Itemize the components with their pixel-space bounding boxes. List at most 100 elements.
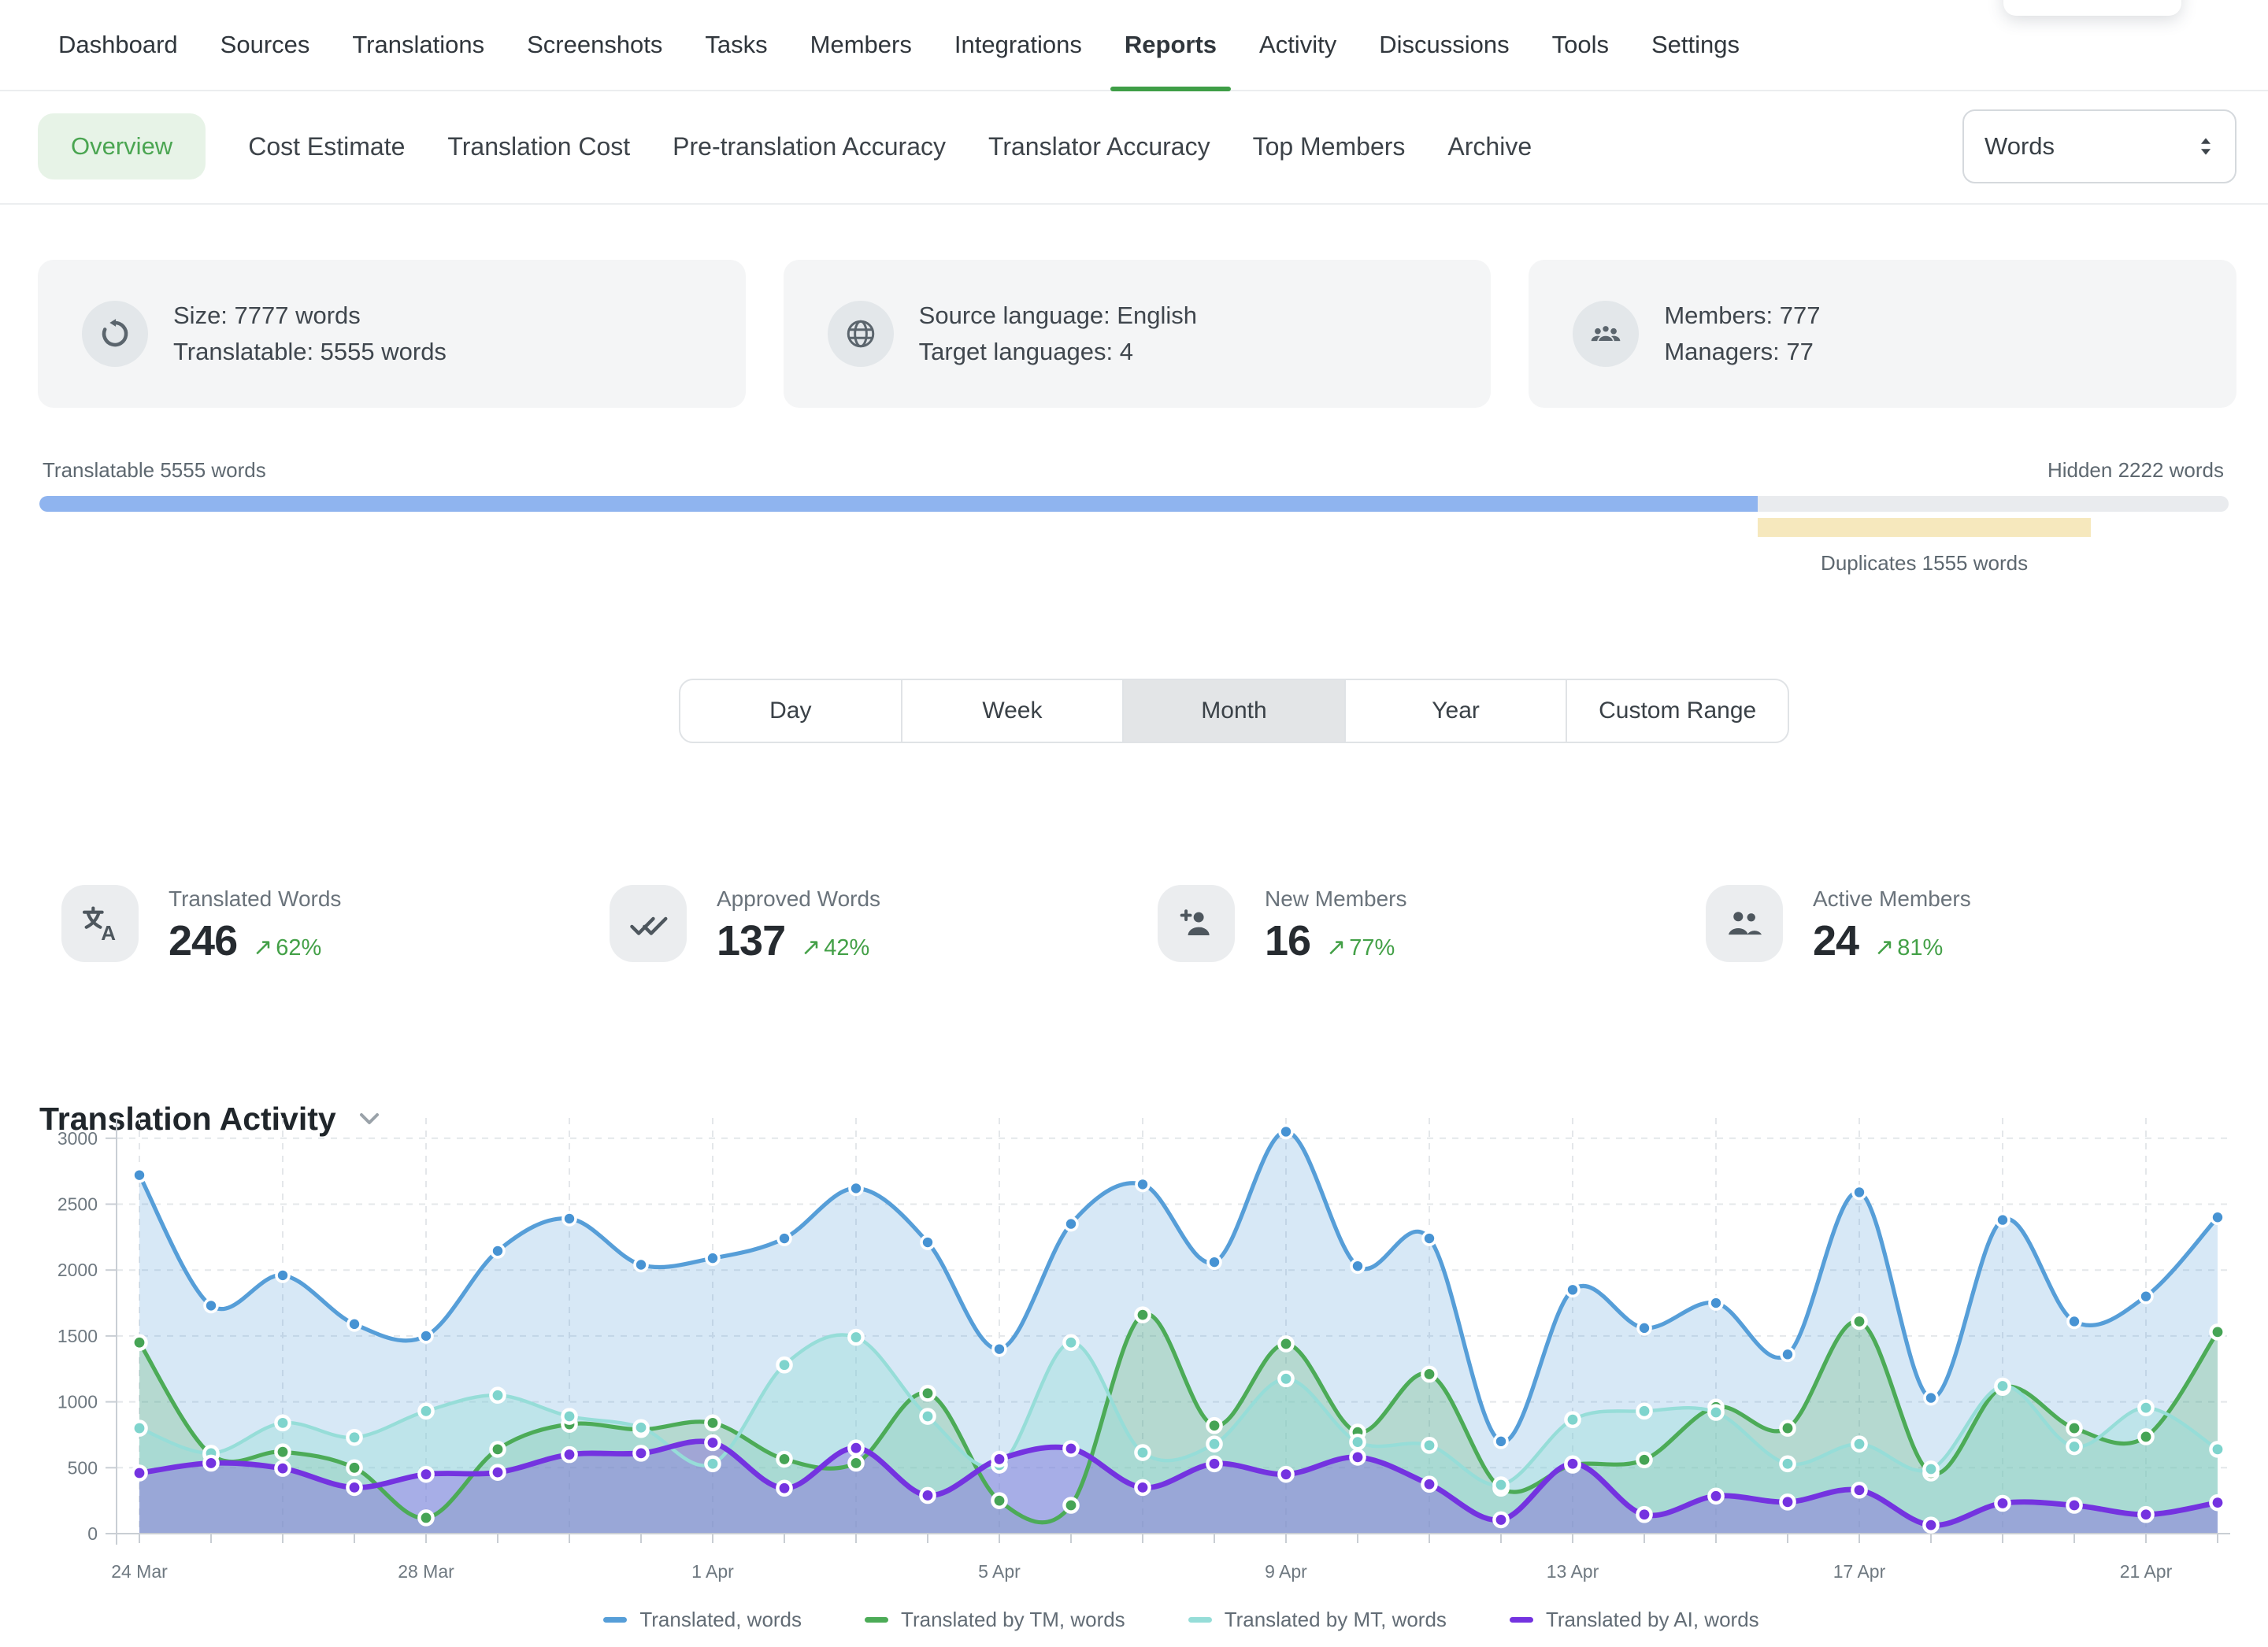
kpi-translated-words: A Translated Words 246 ↗62% xyxy=(38,885,586,965)
kpi-delta: ↗62% xyxy=(253,934,321,961)
legend-label: Translated by MT, words xyxy=(1225,1608,1447,1632)
nav-item-tasks[interactable]: Tasks xyxy=(705,0,767,90)
report-tab-translation-cost[interactable]: Translation Cost xyxy=(447,132,630,161)
nav-item-activity[interactable]: Activity xyxy=(1259,0,1336,90)
nav-item-members[interactable]: Members xyxy=(810,0,912,90)
report-tab-pre-translation-accuracy[interactable]: Pre-translation Accuracy xyxy=(673,132,946,161)
svg-text:500: 500 xyxy=(68,1457,98,1478)
trend-up-arrow-icon: ↗ xyxy=(801,935,821,960)
select-sorter-icon xyxy=(2197,135,2214,158)
report-tab-archive[interactable]: Archive xyxy=(1447,132,1532,161)
legend-item-translated-by-ai-words[interactable]: Translated by AI, words xyxy=(1510,1608,1759,1632)
reports-overview-page: Dashboard Sources Translations Screenshots T… xyxy=(0,0,2268,1647)
kpi-delta: ↗81% xyxy=(1874,934,1943,961)
svg-text:2500: 2500 xyxy=(57,1194,98,1215)
svg-text:1000: 1000 xyxy=(57,1392,98,1412)
legend-marker-icon xyxy=(1510,1617,1533,1623)
report-tab-cost-estimate[interactable]: Cost Estimate xyxy=(248,132,405,161)
duplicates-words-label: Duplicates 1555 words xyxy=(1821,551,2028,576)
range-tab-day[interactable]: Day xyxy=(680,680,901,742)
nav-item-tools[interactable]: Tools xyxy=(1552,0,1609,90)
report-tab-top-members[interactable]: Top Members xyxy=(1253,132,1406,161)
translatable-words-label: Translatable 5555 words xyxy=(43,458,266,483)
kpi-delta-value: 42% xyxy=(824,935,869,960)
legend-label: Translated, words xyxy=(639,1608,802,1632)
trend-up-arrow-icon: ↗ xyxy=(253,935,272,960)
trend-up-arrow-icon: ↗ xyxy=(1874,935,1894,960)
legend-item-translated-by-mt-words[interactable]: Translated by MT, words xyxy=(1188,1608,1447,1632)
nav-item-sources[interactable]: Sources xyxy=(220,0,310,90)
nav-item-reports[interactable]: Reports xyxy=(1125,0,1217,90)
svg-text:0: 0 xyxy=(87,1523,98,1544)
report-tab-translator-accuracy[interactable]: Translator Accuracy xyxy=(988,132,1210,161)
card-line-1: Members: 777 xyxy=(1664,298,1820,334)
svg-text:28 Mar: 28 Mar xyxy=(398,1561,454,1582)
person-add-icon xyxy=(1158,885,1235,962)
top-navigation-items: Dashboard Sources Translations Screenshots T… xyxy=(58,0,1740,90)
kpi-value: 246 xyxy=(169,916,237,965)
kpi-delta-value: 77% xyxy=(1349,935,1395,960)
card-line-2: Translatable: 5555 words xyxy=(173,334,447,370)
svg-text:1 Apr: 1 Apr xyxy=(691,1561,734,1582)
svg-text:13 Apr: 13 Apr xyxy=(1547,1561,1599,1582)
kpi-value: 16 xyxy=(1265,916,1310,965)
kpi-delta-value: 62% xyxy=(276,935,321,960)
duplicates-bar xyxy=(1758,518,2091,537)
legend-item-translated-by-tm-words[interactable]: Translated by TM, words xyxy=(865,1608,1125,1632)
chart-legend: Translated, words Translated by TM, words… xyxy=(0,1608,2268,1632)
nav-item-translations[interactable]: Translations xyxy=(352,0,484,90)
legend-marker-icon xyxy=(603,1617,627,1623)
card-line-1: Source language: English xyxy=(919,298,1197,334)
report-tabs-bar: Overview Cost Estimate Translation Cost Pre… xyxy=(0,90,2268,205)
range-tab-year[interactable]: Year xyxy=(1344,680,1566,742)
svg-text:3000: 3000 xyxy=(57,1128,98,1149)
kpi-label: Active Members xyxy=(1813,886,1971,912)
range-tab-week[interactable]: Week xyxy=(901,680,1123,742)
summary-card-1: Size: 7777 wordsTranslatable: 5555 words xyxy=(38,260,746,408)
nav-item-settings[interactable]: Settings xyxy=(1651,0,1740,90)
svg-text:9 Apr: 9 Apr xyxy=(1265,1561,1307,1582)
double-check-icon xyxy=(610,885,687,962)
legend-label: Translated by AI, words xyxy=(1546,1608,1759,1632)
svg-text:1500: 1500 xyxy=(57,1326,98,1346)
kpi-active-members: Active Members 24 ↗81% xyxy=(1682,885,2230,965)
word-breakdown-labels: Translatable 5555 words Hidden 2222 word… xyxy=(43,458,2224,483)
legend-item-translated-words[interactable]: Translated, words xyxy=(603,1608,802,1632)
nav-item-discussions[interactable]: Discussions xyxy=(1379,0,1509,90)
card-line-1: Size: 7777 words xyxy=(173,298,447,334)
nav-item-dashboard[interactable]: Dashboard xyxy=(58,0,178,90)
kpi-delta: ↗42% xyxy=(801,934,869,961)
svg-text:24 Mar: 24 Mar xyxy=(111,1561,168,1582)
summary-cards: Size: 7777 wordsTranslatable: 5555 words… xyxy=(38,260,2236,408)
kpi-approved-words: Approved Words137↗42% xyxy=(586,885,1134,965)
members-icon xyxy=(1573,301,1639,367)
card-line-2: Managers: 77 xyxy=(1664,334,1820,370)
kpi-label: Approved Words xyxy=(717,886,880,912)
people-icon xyxy=(1706,885,1783,962)
report-tabs: Overview Cost Estimate Translation Cost Pre… xyxy=(38,113,1532,180)
svg-text:17 Apr: 17 Apr xyxy=(1833,1561,1886,1582)
svg-text:2000: 2000 xyxy=(57,1260,98,1280)
hidden-words-label: Hidden 2222 words xyxy=(2048,458,2224,483)
nav-item-screenshots[interactable]: Screenshots xyxy=(527,0,662,90)
summary-card-2: Source language: EnglishTarget languages… xyxy=(784,260,1492,408)
refresh-icon xyxy=(82,301,148,367)
svg-text:A: A xyxy=(101,921,116,944)
kpi-new-members: New Members 16 ↗77% xyxy=(1134,885,1682,965)
legend-marker-icon xyxy=(1188,1617,1212,1623)
nav-item-integrations[interactable]: Integrations xyxy=(954,0,1082,90)
translate-icon: A xyxy=(61,885,139,962)
range-tab-custom-range[interactable]: Custom Range xyxy=(1566,680,1788,742)
kpi-delta: ↗77% xyxy=(1326,934,1395,961)
report-tab-overview[interactable]: Overview xyxy=(38,113,206,180)
words-progress-track xyxy=(39,496,2229,512)
top-navigation: Dashboard Sources Translations Screenshots T… xyxy=(0,0,2268,91)
translatable-bar-fill xyxy=(39,496,1758,512)
kpi-row: ATranslated Words246↗62%Approved Words13… xyxy=(38,885,2230,965)
kpi-value: 24 xyxy=(1813,916,1858,965)
trend-up-arrow-icon: ↗ xyxy=(1326,935,1346,960)
kpi-label: New Members xyxy=(1265,886,1406,912)
units-select[interactable]: Words xyxy=(1962,109,2236,183)
kpi-label: Translated Words xyxy=(169,886,341,912)
range-tab-month[interactable]: Month xyxy=(1122,680,1344,742)
